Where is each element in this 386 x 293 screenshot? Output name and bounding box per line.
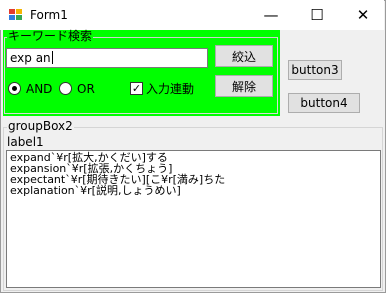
minimize-button[interactable]: — — [248, 0, 294, 30]
input-link-checkbox[interactable]: ✓ — [130, 82, 143, 95]
search-input-value: exp an — [10, 51, 51, 65]
window-title: Form1 — [30, 8, 68, 22]
button3-label: button3 — [291, 63, 339, 77]
button4-label: button4 — [300, 96, 348, 110]
radio-and-label[interactable]: AND — [26, 82, 52, 96]
checkmark-icon: ✓ — [131, 82, 142, 95]
result-line: explanation`¥r[説明,しょうめい] — [10, 184, 181, 197]
filter-button[interactable]: 絞込 — [215, 45, 273, 67]
groupbox2-title: groupBox2 — [7, 119, 74, 133]
keyword-group-title: キーワード検索 — [7, 29, 94, 43]
button3[interactable]: button3 — [288, 60, 342, 80]
text-caret — [51, 51, 53, 64]
close-button[interactable]: ✕ — [340, 0, 386, 30]
clear-button[interactable]: 解除 — [215, 75, 273, 97]
button4[interactable]: button4 — [288, 93, 360, 113]
radio-and[interactable] — [8, 82, 21, 95]
app-icon — [9, 9, 22, 20]
maximize-icon: ☐ — [310, 6, 324, 24]
radio-or[interactable] — [59, 82, 72, 95]
clear-button-label: 解除 — [231, 79, 256, 94]
radio-or-label[interactable]: OR — [77, 82, 95, 96]
radio-and-dot — [12, 86, 17, 91]
results-textarea[interactable]: expand`¥r[拡大,かくだい]する expansion`¥r[拡張,かくち… — [6, 150, 381, 288]
close-icon: ✕ — [356, 6, 370, 24]
label1: label1 — [7, 135, 44, 149]
minimize-icon: — — [263, 6, 279, 24]
search-input[interactable]: exp an — [6, 48, 208, 68]
maximize-button[interactable]: ☐ — [294, 0, 340, 30]
filter-button-label: 絞込 — [231, 49, 256, 64]
input-link-label[interactable]: 入力連動 — [146, 82, 194, 96]
